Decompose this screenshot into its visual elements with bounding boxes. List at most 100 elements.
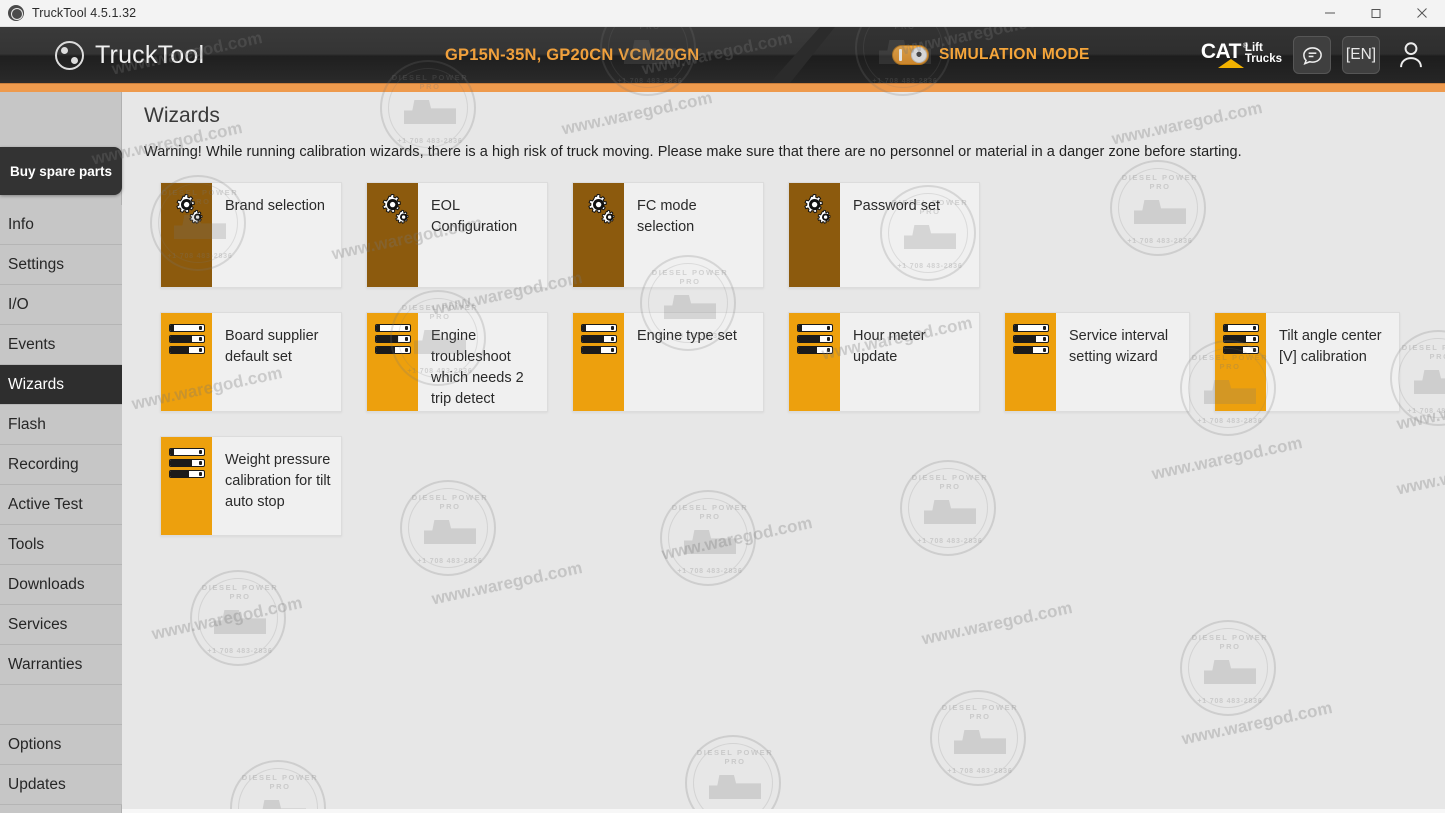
wizard-card-tilt-angle-center-v-calibration[interactable]: Tilt angle center [V] calibration: [1214, 312, 1400, 412]
slider-knob: [610, 337, 614, 341]
slider-fill: [1223, 347, 1244, 353]
cat-wordmark: CAT ®: [1201, 41, 1248, 68]
sidebar-item-warranties[interactable]: Warranties: [0, 645, 122, 685]
slider-knob: [198, 461, 202, 465]
sidebar-item-tools[interactable]: Tools: [0, 525, 122, 565]
cat-subtext-line2: Trucks: [1244, 52, 1282, 65]
wizard-card-accent-bar: [1005, 313, 1056, 411]
wizard-card-accent-bar: [789, 313, 840, 411]
wizard-card-accent-bar: [573, 313, 624, 411]
truck-model-label: GP15N-35N, GP20CN VCM20GN: [445, 45, 700, 64]
wizard-card-accent-bar: [161, 183, 212, 287]
gears-icon: [170, 193, 204, 228]
slider-knob: [1042, 326, 1046, 330]
app-logo-text: TruckTool: [95, 40, 205, 69]
sliders-icon: [1222, 324, 1259, 354]
sidebar-item-label: Active Test: [8, 495, 83, 513]
sidebar-item-label: Warranties: [8, 655, 83, 673]
wizard-card-password-set[interactable]: Password set: [788, 182, 980, 288]
sidebar-item-i-o[interactable]: I/O: [0, 285, 122, 325]
sidebar-item-active-test[interactable]: Active Test: [0, 485, 122, 525]
sidebar-item-events[interactable]: Events: [0, 325, 122, 365]
wizard-card-label: Weight pressure calibration for tilt aut…: [225, 452, 331, 510]
slider-track-1: [796, 324, 833, 332]
sidebar-item-label: Services: [8, 615, 68, 633]
minimize-icon[interactable]: [1307, 0, 1353, 27]
sidebar-item-options[interactable]: Options: [0, 725, 122, 765]
wizard-card-hour-meter-update[interactable]: Hour meter update: [788, 312, 980, 412]
sliders-icon: [580, 324, 617, 354]
close-icon[interactable]: [1399, 0, 1445, 27]
slider-knob: [198, 348, 202, 352]
wizard-card-brand-selection[interactable]: Brand selection: [160, 182, 342, 288]
slider-fill: [581, 347, 602, 353]
simulation-mode-toggle[interactable]: [892, 45, 929, 65]
wizard-card-label: Tilt angle center [V] calibration: [1279, 328, 1382, 365]
gears-icon: [376, 193, 410, 228]
language-button[interactable]: [EN]: [1342, 36, 1380, 74]
slider-track-3: [1222, 346, 1259, 354]
wizard-card-accent-bar: [161, 437, 212, 535]
user-avatar-icon[interactable]: [1391, 35, 1431, 75]
slider-track-2: [1012, 335, 1049, 343]
sidebar-item-flash[interactable]: Flash: [0, 405, 122, 445]
slider-fill: [169, 449, 175, 455]
sidebar-item-label: Downloads: [8, 575, 85, 593]
sidebar-item-wizards[interactable]: Wizards: [0, 365, 122, 405]
sidebar-item-services[interactable]: Services: [0, 605, 122, 645]
sidebar: Buy spare parts Info Settings I/O Events Wiz…: [0, 92, 122, 813]
slider-fill: [1223, 336, 1246, 342]
sliders-icon: [796, 324, 833, 354]
wizard-card-board-supplier-default-set[interactable]: Board supplier default set: [160, 312, 342, 412]
sidebar-item-label: Flash: [8, 415, 46, 433]
slider-knob: [404, 326, 408, 330]
slider-knob: [610, 348, 614, 352]
wizard-card-grid: Brand selection EOL Configuration FC mode …: [160, 182, 1430, 560]
sliders-icon: [374, 324, 411, 354]
gears-icon: [798, 193, 832, 228]
cat-lift-trucks-logo: CAT ® Lift Trucks: [1201, 41, 1282, 68]
slider-knob: [1252, 337, 1256, 341]
slider-track-2: [580, 335, 617, 343]
wizard-card-service-interval-setting-wizard[interactable]: Service interval setting wizard: [1004, 312, 1190, 412]
toggle-bar-icon: [899, 49, 902, 61]
slider-track-2: [168, 459, 205, 467]
wizard-card-label: EOL Configuration: [431, 198, 518, 235]
chat-bubble-icon[interactable]: [1293, 36, 1331, 74]
sidebar-item-settings[interactable]: Settings: [0, 245, 122, 285]
header-actions: CAT ® Lift Trucks [EN]: [1201, 27, 1431, 83]
wizard-card-fc-mode-selection[interactable]: FC mode selection: [572, 182, 764, 288]
sidebar-item-recording[interactable]: Recording: [0, 445, 122, 485]
slider-knob: [404, 348, 408, 352]
wizard-card-eol-configuration[interactable]: EOL Configuration: [366, 182, 548, 288]
cat-triangle-icon: [1217, 58, 1244, 68]
slider-knob: [1042, 337, 1046, 341]
slider-knob: [826, 326, 830, 330]
wizard-card-engine-type-set[interactable]: Engine type set: [572, 312, 764, 412]
slider-knob: [1042, 348, 1046, 352]
wizard-card-weight-pressure-calibration-for-tilt-auto-[interactable]: Weight pressure calibration for tilt aut…: [160, 436, 342, 536]
sidebar-item-info[interactable]: Info: [0, 205, 122, 245]
maximize-icon[interactable]: [1353, 0, 1399, 27]
wizard-card-row: Weight pressure calibration for tilt aut…: [160, 436, 1430, 536]
sliders-icon: [168, 324, 205, 354]
sidebar-item-downloads[interactable]: Downloads: [0, 565, 122, 605]
slider-knob: [198, 472, 202, 476]
slider-track-2: [1222, 335, 1259, 343]
simulation-mode-indicator[interactable]: SIMULATION MODE: [892, 27, 1090, 83]
slider-fill: [1013, 325, 1019, 331]
sidebar-item-updates[interactable]: Updates: [0, 765, 122, 805]
slider-knob: [610, 326, 614, 330]
sidebar-item-blank: [0, 685, 122, 725]
buy-spare-parts-button[interactable]: Buy spare parts: [0, 147, 122, 195]
wizard-card-engine-troubleshoot-which-needs-2-trip-det[interactable]: Engine troubleshoot which needs 2 trip d…: [366, 312, 548, 412]
slider-knob: [1252, 326, 1256, 330]
slider-fill: [169, 325, 175, 331]
app-logo: TruckTool: [55, 27, 204, 83]
wizard-card-label: Hour meter update: [853, 328, 926, 365]
wizard-card-row: Board supplier default set Engine trouble…: [160, 312, 1430, 412]
slider-track-1: [1012, 324, 1049, 332]
wizard-card-accent-bar: [161, 313, 212, 411]
slider-track-2: [796, 335, 833, 343]
slider-track-3: [168, 346, 205, 354]
